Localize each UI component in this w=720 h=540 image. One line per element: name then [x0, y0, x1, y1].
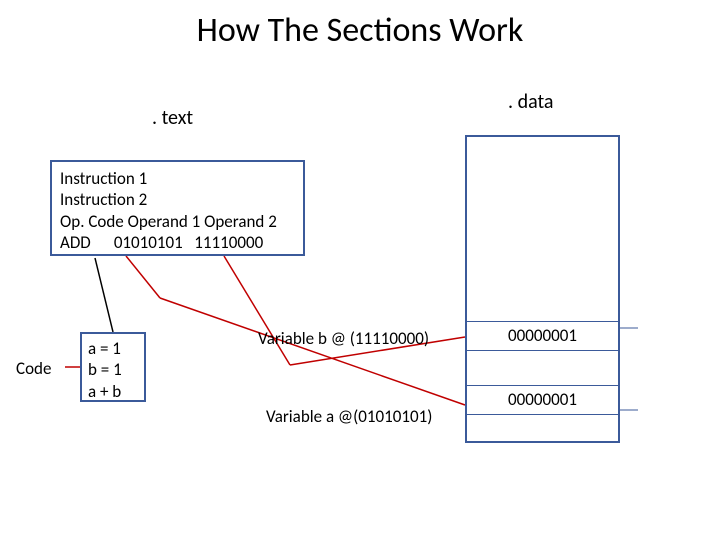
data-section-label: . data — [508, 90, 554, 114]
instruction-box: Instruction 1 Instruction 2 Op. Code Ope… — [50, 160, 305, 256]
instruction-line: Instruction 1 — [60, 168, 295, 189]
instruction-line: ADD 01010101 11110000 — [60, 232, 295, 253]
instruction-line: Op. Code Operand 1 Operand 2 — [60, 211, 295, 232]
instruction-line: Instruction 2 — [60, 189, 295, 210]
code-line: a + b — [88, 381, 138, 402]
code-line: a = 1 — [88, 338, 138, 359]
slide-title: How The Sections Work — [0, 10, 720, 51]
code-box: a = 1 b = 1 a + b — [80, 332, 146, 402]
memory-cell-a: 00000001 — [467, 385, 618, 415]
variable-a-label: Variable a @(01010101) — [266, 406, 432, 427]
text-section-label: . text — [152, 106, 193, 130]
code-label: Code — [16, 358, 51, 379]
data-memory-box: 00000001 00000001 — [465, 135, 620, 443]
memory-cell-b: 00000001 — [467, 321, 618, 351]
variable-b-label: Variable b @ (11110000) — [258, 328, 429, 349]
code-line: b = 1 — [88, 359, 138, 380]
